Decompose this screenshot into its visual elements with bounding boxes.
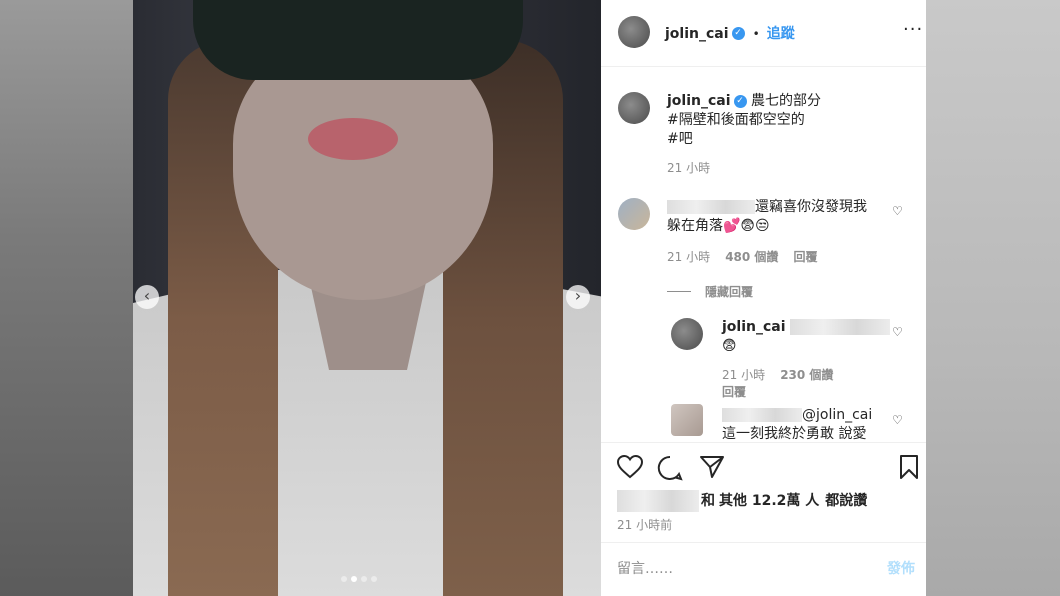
- next-photo-icon[interactable]: ›: [566, 285, 590, 309]
- commenter-avatar[interactable]: [618, 198, 650, 230]
- post-time: 21 小時前: [617, 518, 673, 532]
- comment-time: 21 小時: [667, 250, 711, 264]
- caption-line1: 農七的部分: [750, 93, 821, 109]
- comment-likes[interactable]: 480 個讚: [725, 250, 778, 264]
- redacted-username: [722, 408, 802, 422]
- reply-avatar[interactable]: [671, 318, 703, 350]
- divider: [601, 542, 926, 543]
- header-username[interactable]: jolin_cai: [665, 26, 729, 42]
- likes-suffix: 都說讚: [825, 492, 868, 509]
- verified-icon: ✓: [731, 27, 745, 40]
- comment3-mention[interactable]: @jolin_cai: [802, 407, 872, 423]
- share-send-icon[interactable]: [699, 455, 725, 479]
- caption-avatar[interactable]: [618, 92, 650, 124]
- comment-3: @jolin_cai 這一刻我終於勇敢 說愛 ♡: [601, 398, 926, 442]
- redacted-mention: [789, 319, 890, 335]
- more-horizontal-icon[interactable]: ···: [903, 19, 923, 40]
- photo-lips: [308, 118, 398, 160]
- carousel-dot: [371, 576, 377, 582]
- carousel-dot-active: [351, 576, 357, 582]
- follow-button[interactable]: 追蹤: [767, 26, 795, 42]
- comment3-like-icon[interactable]: ♡: [892, 413, 903, 427]
- photo-cap: [193, 0, 523, 80]
- likes-prefix: 和: [701, 492, 715, 509]
- avatar[interactable]: [618, 16, 650, 48]
- reply-time: 21 小時: [722, 368, 766, 382]
- carousel-dots: [341, 576, 377, 582]
- caption-hashtag2[interactable]: #吧: [667, 130, 907, 149]
- caption-hashtag1[interactable]: #隔壁和後面都空空的: [667, 111, 907, 130]
- redacted-username: [667, 200, 755, 214]
- comment-text-line2: 躲在角落💕😨😒: [667, 218, 770, 234]
- hide-replies-line: [667, 291, 691, 292]
- post-comment-button[interactable]: 發佈: [887, 558, 915, 578]
- post-photo: ‹ ›: [133, 0, 601, 596]
- separator-dot: •: [752, 27, 760, 41]
- caption-time: 21 小時: [667, 161, 711, 175]
- comment-text-line1: 還竊喜你沒發現我: [755, 199, 867, 215]
- likes-others[interactable]: 其他 12.2萬 人: [719, 492, 819, 511]
- comment-like-icon[interactable]: ♡: [892, 204, 903, 218]
- post-side-panel: jolin_cai ✓ • 追蹤 ··· jolin_cai ✓ 農七的部分 #隔壁…: [601, 0, 926, 596]
- comment3-text: 這一刻我終於勇敢 說愛: [722, 426, 867, 442]
- reply-emoji: 😨: [722, 338, 737, 354]
- redacted-liker: [617, 490, 699, 512]
- comment3-avatar[interactable]: [671, 404, 703, 436]
- blurred-background-right: [926, 0, 1060, 596]
- comment-input[interactable]: 留言……: [617, 558, 877, 578]
- hide-replies-button[interactable]: 隱藏回覆: [705, 285, 753, 299]
- likes-line: 和 其他 12.2萬 人 都說讚: [617, 490, 867, 512]
- verified-icon: ✓: [733, 94, 747, 108]
- post-header: jolin_cai ✓ • 追蹤 ···: [601, 0, 926, 67]
- carousel-dot: [341, 576, 347, 582]
- blurred-background-left: [0, 0, 133, 596]
- reply-username[interactable]: jolin_cai: [722, 319, 786, 335]
- reply-like-icon[interactable]: ♡: [892, 325, 903, 339]
- bookmark-icon[interactable]: [899, 455, 919, 479]
- caption-username[interactable]: jolin_cai: [667, 93, 731, 109]
- comment-bubble-icon[interactable]: [657, 455, 683, 481]
- carousel-dot: [361, 576, 367, 582]
- prev-photo-icon[interactable]: ‹: [135, 285, 159, 309]
- reply-button[interactable]: 回覆: [794, 250, 818, 264]
- divider: [601, 442, 926, 443]
- reply-likes[interactable]: 230 個讚: [780, 368, 833, 382]
- like-heart-icon[interactable]: [617, 455, 643, 479]
- action-bar: [617, 455, 919, 481]
